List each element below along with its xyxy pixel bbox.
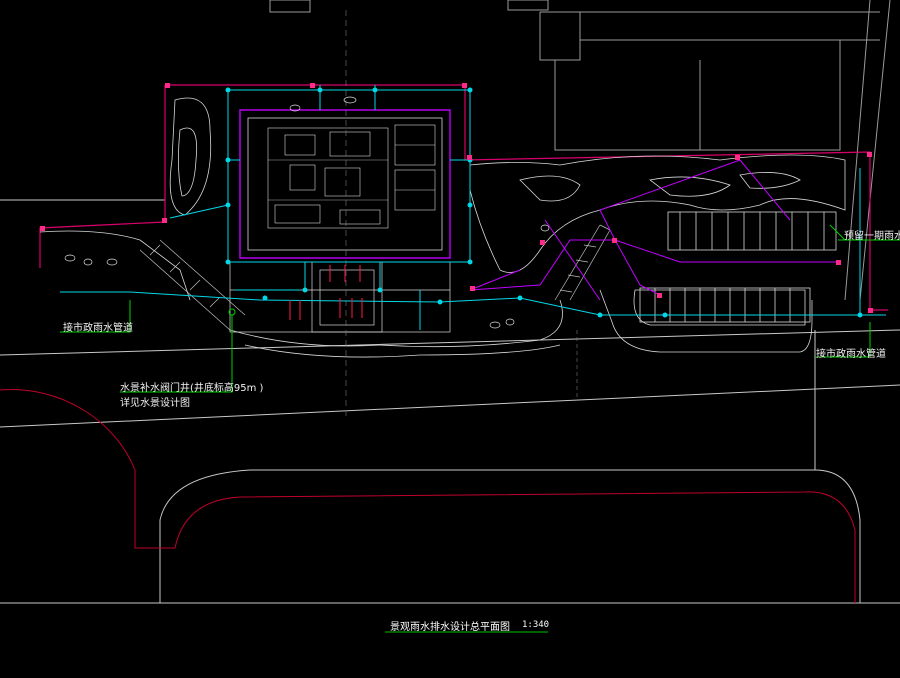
label-municipal-rain-left: 接市政雨水管道: [63, 323, 133, 334]
label-valve-well-line1: 水景补水阀门井(井底标高95m ): [120, 383, 264, 394]
road-redline: [0, 389, 856, 603]
label-valve-well-line2: 详见水景设计图: [120, 398, 190, 409]
cad-site-plan: [0, 0, 900, 633]
drawing-title: 景观雨水排水设计总平面图: [390, 622, 510, 633]
label-municipal-rain-right: 接市政雨水管道: [816, 349, 886, 360]
site-boundary: [39, 84, 888, 311]
rain-pipes: [60, 85, 886, 330]
parking-stalls: [639, 211, 837, 323]
red-features: [289, 265, 363, 320]
drawing-scale: 1:340: [522, 620, 550, 630]
magenta-pipes: [469, 159, 840, 301]
main-building: [239, 109, 451, 259]
existing-buildings: [269, 0, 891, 301]
label-reserved-rain-pipe: 预留一期雨水管: [844, 231, 900, 242]
ramps: [139, 224, 611, 331]
landscape-outlines: [39, 97, 846, 358]
